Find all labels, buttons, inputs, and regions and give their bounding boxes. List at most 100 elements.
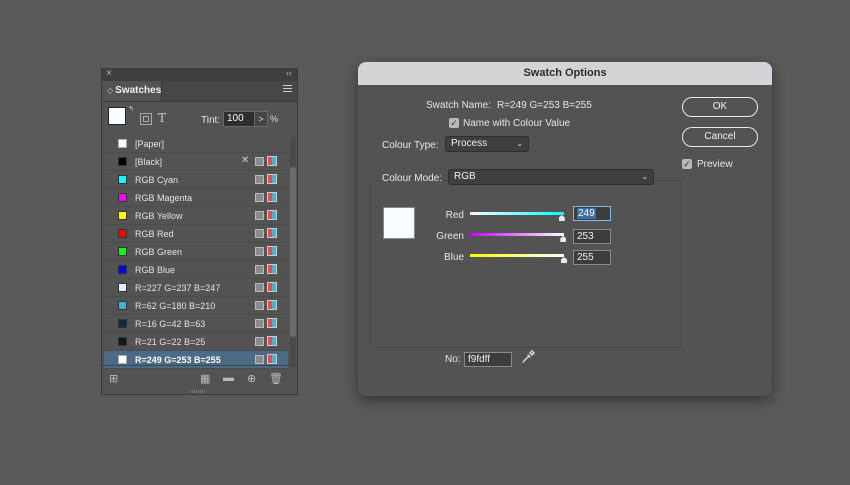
red-slider-track[interactable] <box>470 212 564 215</box>
fill-stroke-proxy[interactable]: ↰ <box>108 105 134 133</box>
green-value-input[interactable]: 253 <box>573 229 611 244</box>
swatch-label: [Paper] <box>135 139 165 149</box>
trash-icon[interactable]: 🗑 <box>269 372 283 385</box>
swatch-label: R=227 G=237 B=247 <box>135 283 221 293</box>
swatch-row[interactable]: RGB Blue <box>104 261 288 279</box>
collapse-icon[interactable]: ‹‹ <box>286 68 292 78</box>
expand-diamond-icon: ◇ <box>107 86 114 95</box>
swatch-label: RGB Red <box>135 229 174 239</box>
green-slider-track[interactable] <box>470 233 564 236</box>
swatch-row[interactable]: [Paper] <box>104 135 288 153</box>
ok-button[interactable]: OK <box>682 97 758 117</box>
colour-preview-swatch <box>383 207 415 239</box>
swatch-row[interactable]: RGB Magenta <box>104 189 288 207</box>
formatting-affects-container-icon[interactable] <box>140 113 152 125</box>
new-color-group-icon[interactable]: ▦ <box>200 372 210 385</box>
dialog-title: Swatch Options <box>358 62 772 85</box>
preview-label: Preview <box>697 159 733 170</box>
tint-slider-button[interactable]: > <box>254 111 268 127</box>
colour-type-label: Colour Type: <box>382 140 439 151</box>
swatch-name-value: R=249 G=253 B=255 <box>497 100 592 111</box>
tab-swatches[interactable]: ◇ Swatches <box>102 81 162 101</box>
blue-slider-track[interactable] <box>470 254 564 257</box>
swap-fill-stroke-icon[interactable]: ↰ <box>128 105 134 113</box>
tint-input[interactable]: 100 <box>223 111 256 127</box>
new-swatch-icon[interactable]: ⊕ <box>247 372 256 385</box>
swatch-color-chip <box>118 355 127 364</box>
eyedropper-icon[interactable] <box>521 350 535 364</box>
swatch-color-chip <box>118 283 127 292</box>
swatch-color-chip <box>118 175 127 184</box>
swatch-row[interactable]: RGB Green <box>104 243 288 261</box>
colour-mode-group <box>370 180 682 348</box>
close-icon[interactable]: × <box>106 68 112 79</box>
tab-swatches-label: Swatches <box>115 85 162 96</box>
swatch-list: [Paper] [Black] ✕ RGB Cyan RGB Magenta RGB Ye… <box>104 135 288 369</box>
swatch-color-chip <box>118 211 127 220</box>
swatch-options-dialog: Swatch Options Swatch Name: R=249 G=253 … <box>358 62 772 396</box>
preview-checkbox[interactable]: ✓ <box>682 159 692 169</box>
rgb-mode-icon <box>267 264 277 274</box>
swatch-label: RGB Green <box>135 247 183 257</box>
rgb-mode-icon <box>267 246 277 256</box>
swatch-color-chip <box>118 319 127 328</box>
show-swatch-kinds-icon[interactable]: ⊞ <box>109 372 118 385</box>
process-color-icon <box>255 283 264 292</box>
swatch-label: R=249 G=253 B=255 <box>135 355 221 365</box>
colour-type-select[interactable]: Process ⌄ <box>445 136 529 152</box>
rgb-mode-icon <box>267 174 277 184</box>
panel-menu-icon[interactable] <box>283 85 292 94</box>
swatch-row[interactable]: [Black] ✕ <box>104 153 288 171</box>
swatch-color-chip <box>118 157 127 166</box>
swatch-color-chip <box>118 247 127 256</box>
swatch-label: R=62 G=180 B=210 <box>135 301 216 311</box>
hex-input[interactable]: f9fdff <box>464 352 512 367</box>
process-color-icon <box>255 157 264 166</box>
swatch-label: RGB Blue <box>135 265 176 275</box>
scrollbar-thumb[interactable] <box>290 167 296 337</box>
green-label: Green <box>436 231 464 242</box>
name-with-colour-value-label: Name with Colour Value <box>463 118 571 129</box>
swatch-row[interactable]: RGB Red <box>104 225 288 243</box>
process-color-icon <box>255 247 264 256</box>
rgb-mode-icon <box>267 228 277 238</box>
swatch-row[interactable]: R=21 G=22 B=25 <box>104 333 288 351</box>
red-label: Red <box>445 210 464 221</box>
swatch-color-chip <box>118 301 127 310</box>
rgb-mode-icon <box>267 156 277 166</box>
swatch-row[interactable]: R=16 G=42 B=63 <box>104 315 288 333</box>
panel-bottom-toolbar: ⊞ ▦ ▬ ⊕ 🗑 <box>102 365 297 394</box>
blue-value-input[interactable]: 255 <box>573 250 611 265</box>
non-editable-icon: ✕ <box>241 155 250 166</box>
tint-percent-label: % <box>270 114 279 124</box>
swatch-label: RGB Magenta <box>135 193 193 203</box>
swatch-row[interactable]: RGB Yellow <box>104 207 288 225</box>
rgb-mode-icon <box>267 282 277 292</box>
folder-icon[interactable]: ▬ <box>223 372 234 384</box>
colour-mode-select[interactable]: RGB ⌄ <box>448 169 654 185</box>
rgb-mode-icon <box>267 192 277 202</box>
swatch-row[interactable]: R=227 G=237 B=247 <box>104 279 288 297</box>
swatch-row[interactable]: R=62 G=180 B=210 <box>104 297 288 315</box>
cancel-button[interactable]: Cancel <box>682 127 758 147</box>
name-with-colour-value-checkbox[interactable]: ✓ <box>449 118 459 128</box>
swatch-color-chip <box>118 229 127 238</box>
colour-mode-value: RGB <box>454 171 476 182</box>
swatch-name-label: Swatch Name: <box>426 100 492 111</box>
red-value-input[interactable]: 249 <box>573 206 611 221</box>
swatch-label: RGB Cyan <box>135 175 179 185</box>
swatch-color-chip <box>118 193 127 202</box>
swatch-color-chip <box>118 337 127 346</box>
rgb-mode-icon <box>267 336 277 346</box>
blue-label: Blue <box>443 252 464 263</box>
swatch-color-chip <box>118 265 127 274</box>
swatch-label: [Black] <box>135 157 163 167</box>
swatch-color-chip <box>118 139 127 148</box>
swatch-row[interactable]: RGB Cyan <box>104 171 288 189</box>
formatting-affects-text-icon[interactable]: T <box>158 111 166 125</box>
rgb-mode-icon <box>267 354 277 364</box>
resize-grip[interactable] <box>190 390 206 393</box>
chevron-down-icon: ⌄ <box>641 172 648 181</box>
fill-swatch[interactable] <box>108 107 126 125</box>
swatches-panel: × ‹‹ ◇ Swatches ↰ T Tint: 100 > % [Paper]… <box>101 68 298 395</box>
